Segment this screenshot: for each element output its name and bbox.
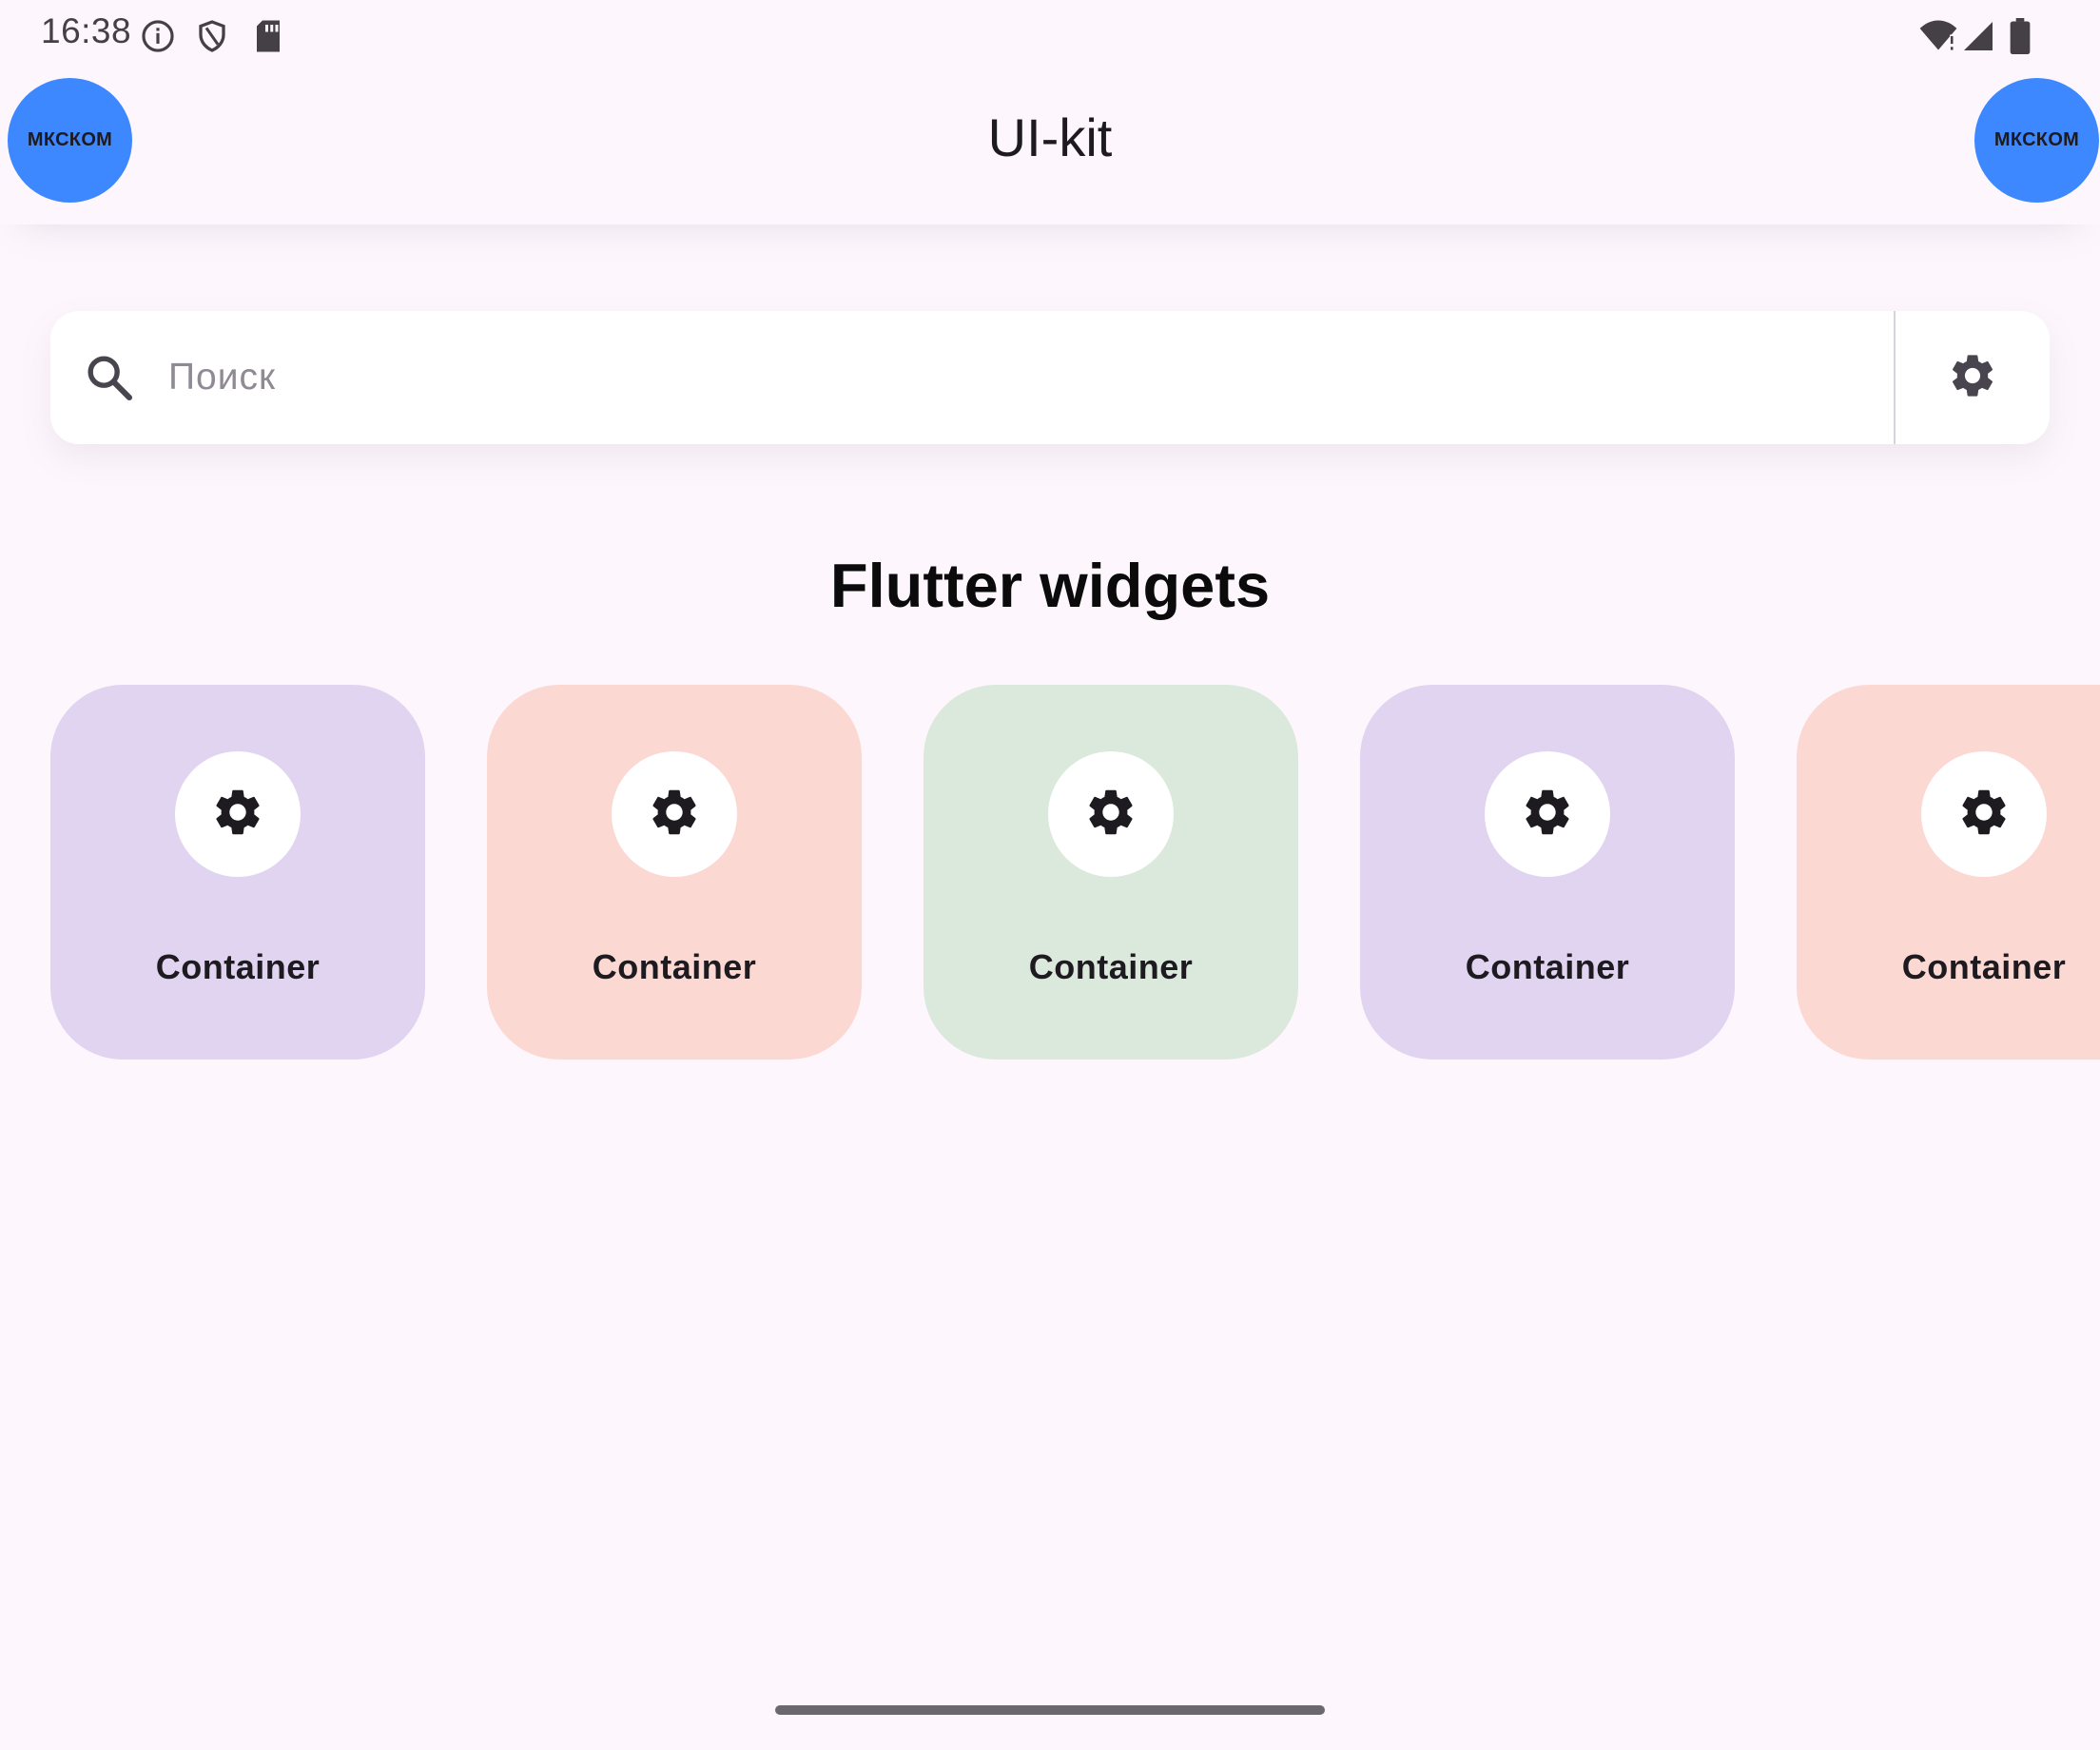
info-icon <box>139 17 177 55</box>
gear-icon <box>1083 785 1138 845</box>
gear-icon <box>647 785 702 845</box>
sd-card-icon <box>249 17 287 55</box>
card-icon-circle <box>175 751 301 877</box>
gear-icon <box>1956 785 2012 845</box>
status-bar: 16:38 <box>0 0 2100 72</box>
widget-card[interactable]: Container <box>487 685 862 1060</box>
screen: 16:38 МКСКОМ UI-kit МКСКОМ Поиск Flutter… <box>0 0 2100 1750</box>
widget-card[interactable]: Container <box>924 685 1298 1060</box>
card-label: Container <box>592 947 757 986</box>
settings-button[interactable] <box>1896 311 2050 444</box>
right-avatar-button[interactable]: МКСКОМ <box>1974 78 2099 203</box>
app-bar: МКСКОМ UI-kit МКСКОМ <box>0 72 2100 224</box>
battery-icon <box>2001 17 2039 55</box>
card-label: Container <box>1465 947 1630 986</box>
gear-icon <box>210 785 265 845</box>
shield-icon <box>193 17 231 55</box>
widget-cards-row: Container Container Container Container … <box>0 685 2100 1060</box>
page-title: UI-kit <box>987 107 1113 167</box>
card-icon-circle <box>1921 751 2047 877</box>
card-icon-circle <box>1048 751 1174 877</box>
search-input[interactable] <box>116 340 1771 416</box>
card-label: Container <box>155 947 321 986</box>
status-time: 16:38 <box>41 11 132 50</box>
wifi-alert-icon <box>1917 17 1959 55</box>
search-bar <box>50 311 2050 444</box>
widget-card[interactable]: Container <box>1797 685 2100 1060</box>
gear-icon <box>1520 785 1575 845</box>
card-label: Container <box>1028 947 1194 986</box>
widget-card[interactable]: Container <box>1360 685 1735 1060</box>
signal-icon <box>1959 17 1997 55</box>
card-label: Container <box>1901 947 2067 986</box>
card-icon-circle <box>1485 751 1610 877</box>
widget-card[interactable]: Container <box>50 685 425 1060</box>
gear-icon <box>1947 350 1998 406</box>
home-indicator[interactable] <box>775 1705 1325 1715</box>
section-title: Flutter widgets <box>829 551 1271 620</box>
card-icon-circle <box>612 751 737 877</box>
